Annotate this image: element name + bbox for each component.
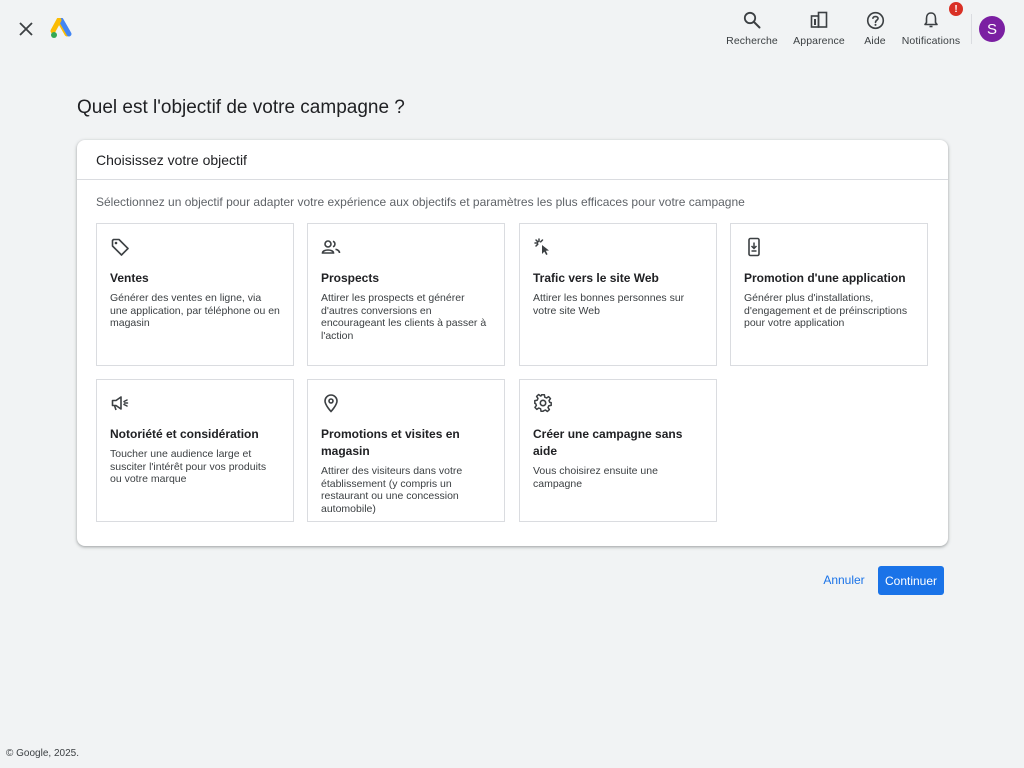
google-ads-logo-icon[interactable]	[50, 18, 74, 40]
card-header: Choisissez votre objectif	[77, 140, 948, 180]
objective-tile-awareness[interactable]: Notoriété et considération Toucher une a…	[96, 379, 294, 522]
objective-title: Ventes	[110, 271, 149, 285]
bell-icon	[924, 12, 938, 28]
appearance-tool-button[interactable]: Apparence	[793, 6, 845, 50]
tag-icon	[111, 238, 129, 256]
cursor-click-icon	[534, 238, 549, 255]
cancel-button[interactable]: Annuler	[816, 566, 872, 594]
top-bar: Recherche Apparence Aide ! Notifications…	[0, 0, 1024, 58]
close-icon	[19, 22, 33, 36]
objective-description: Attirer les bonnes personnes sur votre s…	[533, 292, 685, 317]
card-description: Sélectionnez un objectif pour adapter vo…	[96, 195, 745, 209]
toolbar-divider	[971, 14, 972, 44]
objective-tile-sales[interactable]: Ventes Générer des ventes en ligne, via …	[96, 223, 294, 366]
location-pin-icon	[324, 394, 338, 413]
objective-tile-website-traffic[interactable]: Trafic vers le site Web Attirer les bonn…	[519, 223, 717, 366]
objective-title: Créer une campagne sans aide	[533, 427, 683, 458]
objective-tile-no-guidance[interactable]: Créer une campagne sans aide Vous choisi…	[519, 379, 717, 522]
people-icon	[321, 240, 341, 254]
help-icon	[866, 11, 884, 29]
objective-tile-leads[interactable]: Prospects Attirer les prospects et génér…	[307, 223, 505, 366]
megaphone-icon	[111, 396, 129, 411]
help-tool-label: Aide	[864, 35, 886, 47]
help-tool-button[interactable]: Aide	[862, 6, 888, 50]
account-avatar[interactable]: S	[979, 16, 1005, 42]
objective-title: Notoriété et considération	[110, 427, 259, 441]
search-icon	[743, 11, 761, 29]
search-tool-label: Recherche	[726, 35, 778, 47]
objective-title: Promotions et visites en magasin	[321, 427, 460, 458]
notifications-tool-label: Notifications	[901, 35, 961, 47]
objective-tile-store-visits[interactable]: Promotions et visites en magasin Attirer…	[307, 379, 505, 522]
page-title: Quel est l'objectif de votre campagne ?	[77, 97, 405, 118]
continue-button[interactable]: Continuer	[878, 566, 944, 595]
objective-title: Trafic vers le site Web	[533, 271, 659, 285]
notifications-tool-button[interactable]: ! Notifications	[901, 1, 964, 50]
objective-description: Générer plus d'installations, d'engageme…	[744, 292, 908, 329]
appearance-icon	[810, 11, 828, 28]
objective-title: Promotion d'une application	[744, 271, 906, 285]
gear-icon	[534, 393, 552, 413]
objective-description: Attirer les prospects et générer d'autre…	[321, 292, 487, 342]
close-button[interactable]	[14, 17, 38, 41]
objective-description: Toucher une audience large et susciter l…	[110, 448, 267, 485]
notification-badge: !	[948, 1, 964, 17]
objective-description: Attirer des visiteurs dans votre établis…	[321, 465, 463, 515]
footer-copyright: © Google, 2025.	[6, 748, 79, 759]
objective-card: Choisissez votre objectif Sélectionnez u…	[77, 140, 948, 546]
phone-download-icon	[748, 237, 760, 257]
objective-description: Vous choisirez ensuite une campagne	[533, 465, 658, 490]
search-tool-button[interactable]: Recherche	[726, 6, 778, 50]
appearance-tool-label: Apparence	[793, 35, 845, 47]
objective-description: Générer des ventes en ligne, via une app…	[110, 292, 280, 329]
objective-tile-app-promotion[interactable]: Promotion d'une application Générer plus…	[730, 223, 928, 366]
objective-title: Prospects	[321, 271, 380, 285]
